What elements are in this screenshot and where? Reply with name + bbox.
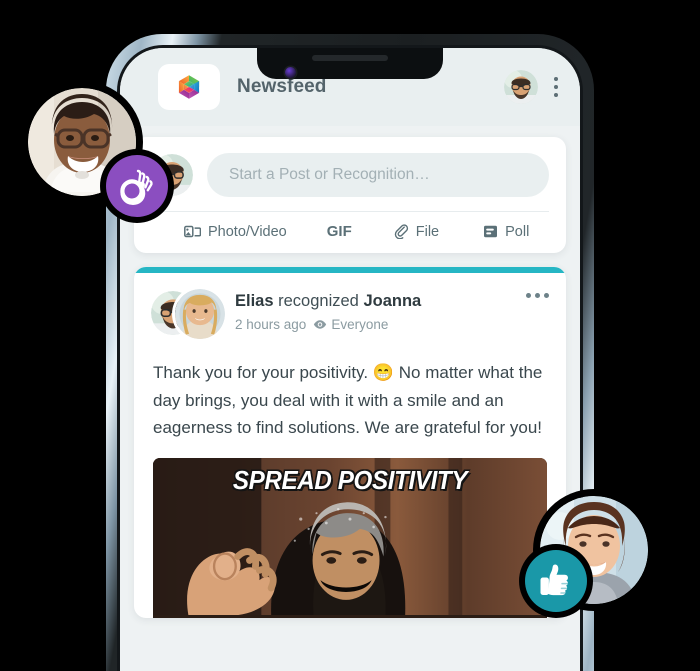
composer-file-button[interactable]: File xyxy=(394,224,439,240)
post-header: Elias recognized Joanna 2 hours ago Ever… xyxy=(134,273,566,341)
paperclip-icon xyxy=(394,224,408,239)
eye-icon xyxy=(314,319,327,329)
phone-bezel: Newsfeed Start a Post or Recognition… Ph… xyxy=(117,45,583,671)
poll-icon xyxy=(484,225,498,238)
phone-mockup: Newsfeed Start a Post or Recognition… Ph… xyxy=(106,34,594,671)
recognition-post-card: Elias recognized Joanna 2 hours ago Ever… xyxy=(134,267,566,618)
post-body-part1: Thank you for your positivity. xyxy=(153,363,369,382)
phone-notch xyxy=(257,48,443,79)
post-overflow-menu[interactable] xyxy=(526,289,549,298)
composer-photo-video-button[interactable]: Photo/Video xyxy=(184,224,287,240)
composer-poll-button[interactable]: Poll xyxy=(483,224,529,240)
gif-text-icon: GIF xyxy=(326,223,352,240)
composer-photo-video-label: Photo/Video xyxy=(208,223,287,240)
photo-video-icon xyxy=(184,225,201,238)
composer-gif-button[interactable]: GIF xyxy=(327,223,352,240)
front-camera-icon xyxy=(285,67,296,78)
grinning-face-emoji: 😁 xyxy=(372,363,395,382)
post-body: Thank you for your positivity. 😁 No matt… xyxy=(134,341,566,442)
post-meme-image[interactable]: SPREAD POSITIVITY xyxy=(153,457,547,618)
earpiece-speaker-icon xyxy=(312,55,388,61)
post-audience: Everyone xyxy=(313,317,388,332)
post-timestamp: 2 hours ago xyxy=(235,316,307,332)
composer-poll-label: Poll xyxy=(505,223,530,240)
post-giver-name: Elias xyxy=(235,292,274,310)
floating-badge-ok-hand[interactable] xyxy=(106,155,168,217)
post-title: Elias recognized Joanna xyxy=(235,291,421,312)
post-composer-card: Photo/Video GIF File xyxy=(134,137,566,253)
header-user-avatar[interactable] xyxy=(504,70,538,104)
post-subheader: 2 hours ago Everyone xyxy=(235,317,421,332)
post-avatar-pair xyxy=(151,289,225,341)
post-recipient-name: Joanna xyxy=(363,292,422,310)
header-actions xyxy=(504,70,558,104)
page-title: Newsfeed xyxy=(237,76,327,97)
composer-file-label: File xyxy=(415,223,440,240)
dots-horizontal-icon xyxy=(526,293,549,298)
app-logo-tile[interactable] xyxy=(158,64,220,110)
hexagon-pinwheel-logo-icon xyxy=(178,75,200,99)
phone-screen: Newsfeed Start a Post or Recognition… Ph… xyxy=(120,48,580,671)
floating-badge-thumbs-up[interactable] xyxy=(525,550,587,612)
screenshot-stage: Newsfeed Start a Post or Recognition… Ph… xyxy=(0,0,700,671)
composer-input[interactable] xyxy=(207,153,549,197)
post-recipient-avatar[interactable] xyxy=(175,289,225,339)
composer-action-bar: Photo/Video GIF File Poll xyxy=(134,212,566,253)
post-audience-label: Everyone xyxy=(331,316,389,332)
post-meta: Elias recognized Joanna 2 hours ago Ever… xyxy=(225,289,421,332)
ok-hand-gesture-icon xyxy=(120,169,153,206)
header-overflow-menu-dots-vertical-icon[interactable] xyxy=(554,77,558,97)
newsfeed: Photo/Video GIF File xyxy=(120,126,580,618)
post-action-text: recognized xyxy=(278,292,359,310)
composer-top-row xyxy=(134,137,566,211)
thumbs-up-icon xyxy=(540,564,569,596)
meme-caption: SPREAD POSITIVITY xyxy=(232,464,468,495)
